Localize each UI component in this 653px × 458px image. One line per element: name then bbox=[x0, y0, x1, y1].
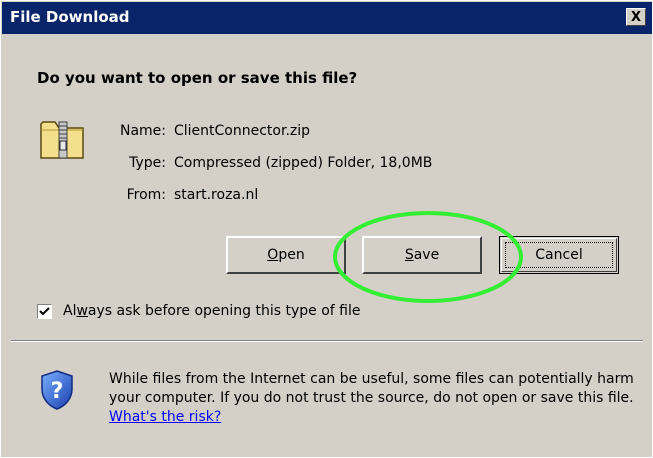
type-value: Compressed (zipped) Folder, 18,0MB bbox=[174, 155, 433, 171]
zip-folder-icon bbox=[40, 121, 84, 159]
type-label: Type: bbox=[129, 155, 166, 171]
prompt-heading: Do you want to open or save this file? bbox=[37, 69, 358, 87]
shield-question-icon: ? bbox=[41, 370, 73, 410]
always-ask-label[interactable]: Always ask before opening this type of f… bbox=[63, 303, 361, 319]
close-icon: X bbox=[630, 9, 642, 25]
whats-the-risk-link[interactable]: What's the risk? bbox=[109, 409, 221, 425]
from-value: start.roza.nl bbox=[174, 187, 259, 203]
save-button[interactable]: Save bbox=[362, 236, 482, 274]
always-ask-checkbox[interactable] bbox=[37, 304, 52, 319]
file-download-dialog: File Download X Do you want to open or s… bbox=[0, 0, 653, 458]
separator bbox=[11, 340, 643, 342]
close-button[interactable]: X bbox=[626, 8, 646, 26]
checkmark-icon bbox=[39, 307, 50, 316]
cancel-button[interactable]: Cancel bbox=[499, 236, 619, 274]
svg-text:?: ? bbox=[51, 379, 64, 404]
warning-text: While files from the Internet can be use… bbox=[109, 371, 634, 406]
open-button[interactable]: Open bbox=[226, 236, 346, 274]
security-warning: While files from the Internet can be use… bbox=[109, 370, 639, 427]
name-value: ClientConnector.zip bbox=[174, 123, 311, 139]
window-title: File Download bbox=[10, 8, 130, 26]
from-label: From: bbox=[126, 187, 166, 203]
name-label: Name: bbox=[119, 123, 166, 139]
title-bar[interactable]: File Download X bbox=[2, 2, 652, 34]
